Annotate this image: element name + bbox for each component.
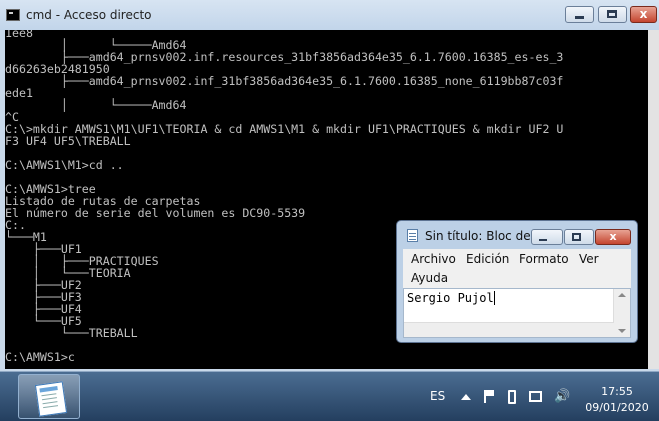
notepad-icon: [34, 381, 68, 417]
system-clock[interactable]: 17:55 09/01/2020: [582, 384, 652, 416]
close-icon: x: [609, 230, 617, 243]
language-indicator[interactable]: ES: [430, 389, 445, 403]
notepad-maximize-button[interactable]: [564, 229, 594, 245]
notepad-content: Sergio Pujol: [407, 291, 495, 305]
cmd-app-icon[interactable]: [6, 9, 20, 21]
battery-icon[interactable]: [508, 390, 516, 404]
volume-icon[interactable]: 🔊: [554, 389, 570, 404]
minimize-button[interactable]: [565, 6, 594, 23]
minimize-icon: [539, 239, 547, 241]
menu-edicion[interactable]: Edición: [466, 252, 509, 266]
notepad-text: Sergio Pujol: [407, 291, 494, 305]
notepad-titlebar[interactable]: Sin título: Bloc de... x: [397, 221, 637, 249]
notepad-text-area[interactable]: Sergio Pujol: [403, 288, 631, 338]
notepad-window: Sin título: Bloc de... x Archivo Edición…: [396, 220, 638, 343]
menu-archivo[interactable]: Archivo: [411, 252, 456, 266]
text-caret: [493, 291, 495, 305]
taskbar: ES 🔊 17:55 09/01/2020: [0, 371, 659, 421]
menu-ayuda[interactable]: Ayuda: [411, 271, 448, 285]
menu-formato[interactable]: Formato: [519, 252, 569, 266]
flag-icon[interactable]: [484, 390, 496, 403]
network-icon[interactable]: [529, 391, 542, 402]
close-icon: x: [639, 7, 648, 21]
notepad-minimize-button[interactable]: [531, 229, 563, 245]
show-hidden-icon[interactable]: [461, 394, 471, 400]
cmd-title: cmd - Acceso directo: [26, 8, 152, 22]
taskbar-notepad-button[interactable]: [18, 374, 80, 419]
scroll-down-icon[interactable]: [618, 329, 626, 333]
terminal-scrollbar[interactable]: [648, 30, 659, 369]
maximize-button[interactable]: [598, 6, 627, 23]
terminal-line: C:\AMWS1>c: [5, 350, 75, 364]
notepad-vertical-scrollbar[interactable]: [613, 289, 630, 337]
close-button[interactable]: x: [630, 6, 657, 23]
cmd-titlebar[interactable]: cmd - Acceso directo x: [0, 0, 659, 30]
menu-ver[interactable]: Ver: [579, 252, 599, 266]
clock-time: 17:55: [601, 385, 633, 398]
notepad-close-button[interactable]: x: [595, 229, 631, 245]
terminal-line: C:\AMWS1\M1>cd ..: [5, 158, 124, 172]
maximize-icon: [572, 233, 581, 241]
clock-date: 09/01/2020: [585, 401, 649, 414]
notepad-horizontal-scrollbar[interactable]: [404, 322, 614, 337]
terminal-line: │ └─────Amd64: [5, 98, 187, 112]
notepad-app-icon[interactable]: [407, 229, 418, 242]
terminal-line: F3 UF4 UF5\TREBALL: [5, 134, 131, 148]
notepad-title: Sin título: Bloc de...: [425, 229, 543, 243]
maximize-icon: [607, 10, 617, 18]
terminal-line: ├───amd64_prnsv002.inf_31bf3856ad364e35_…: [5, 74, 564, 88]
scroll-up-icon[interactable]: [618, 293, 626, 297]
notepad-menubar: Archivo Edición Formato Ver Ayuda: [403, 249, 631, 288]
minimize-icon: [575, 16, 584, 19]
terminal-line: El número de serie del volumen es DC90-5…: [5, 206, 306, 220]
